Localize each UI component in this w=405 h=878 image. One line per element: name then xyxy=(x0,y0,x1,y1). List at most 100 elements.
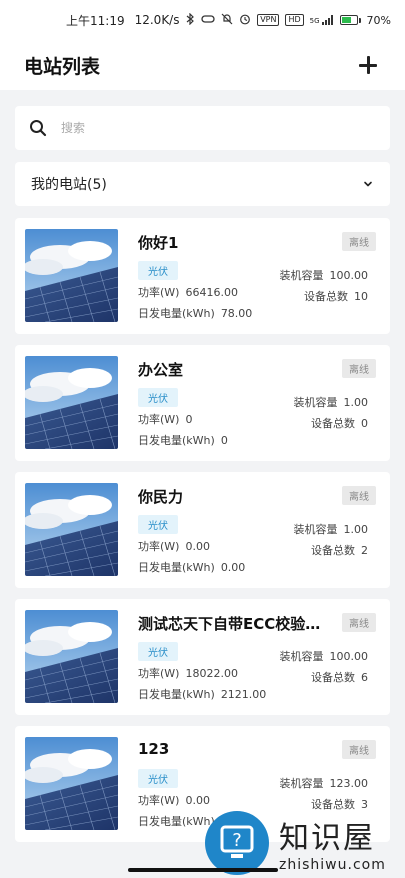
station-card[interactable]: 办公室 离线光伏 装机容量 1.00 设备总数 0 功率(W) 0 日发电量(kWh) 0 xyxy=(15,345,390,461)
devices-label: 设备总数 xyxy=(304,290,348,303)
devices-label: 设备总数 xyxy=(311,417,355,430)
station-name: 你民力 xyxy=(138,488,184,506)
capacity-value: 1.00 xyxy=(343,523,369,536)
search-input[interactable] xyxy=(61,121,376,135)
status-net-speed: 12.0K/s xyxy=(134,13,180,27)
vpn-badge: VPN xyxy=(257,14,280,26)
alarm-icon xyxy=(239,13,251,28)
link-icon xyxy=(201,14,215,27)
search-bar[interactable] xyxy=(15,106,390,150)
power-label: 功率(W) xyxy=(138,540,180,553)
station-name: 123 xyxy=(138,740,170,758)
main-content: 我的电站(5) 你好1离线光伏装机容量100.00设备总数10功率(W)6641… xyxy=(0,90,405,842)
power-label: 功率(W) xyxy=(138,286,180,299)
capacity-label: 装机容量 xyxy=(279,269,324,282)
status-badge: 离线 xyxy=(342,613,376,632)
capacity-row: 装机容量 100.00 xyxy=(280,648,369,664)
devices-value: 6 xyxy=(361,671,368,684)
signal-label: 5G xyxy=(309,17,320,25)
power-label: 功率(W) xyxy=(138,413,180,426)
mute-bell-icon xyxy=(221,13,233,28)
capacity-row: 装机容量 100.00 xyxy=(280,267,369,283)
station-thumbnail xyxy=(25,229,118,322)
energy-label: 日发电量(kWh) xyxy=(138,307,215,320)
station-thumbnail xyxy=(25,610,118,703)
station-card[interactable]: 你民力 离线光伏 装机容量 1.00 设备总数 2 功率(W) 0.00 日发电量(kWh) 0.… xyxy=(15,472,390,588)
capacity-value: 100.00 xyxy=(329,650,369,663)
station-info: 你民力 离线光伏 装机容量 1.00 设备总数 2 功率(W) 0.00 日发电量(kWh) 0.… xyxy=(138,483,380,577)
page-title: 电站列表 xyxy=(24,52,100,81)
add-station-button[interactable] xyxy=(355,52,381,78)
type-badge: 光伏 xyxy=(138,261,178,280)
capacity-value: 1.00 xyxy=(343,396,369,409)
station-thumbnail xyxy=(25,356,118,449)
search-icon xyxy=(30,120,47,137)
status-badge: 离线 xyxy=(342,232,376,251)
station-card[interactable]: 测试芯天下自带ECC校验… 离线光伏 装机容量 100.00 设备总数 6 功率(W) 180… xyxy=(15,599,390,715)
battery-percent: 70% xyxy=(366,13,391,27)
station-list: 你好1 离线 光伏 装机容量 100.00 设备总数 10 功率(W) 66416.00 日发电量… xyxy=(15,218,390,842)
devices-row: 设备总数 0 xyxy=(311,415,368,431)
power-value: 0 xyxy=(185,413,193,426)
station-info: 测试芯天下自带ECC校验… 离线光伏 装机容量 100.00 设备总数 6 功率(W) 180… xyxy=(138,610,380,704)
capacity-row: 装机容量 123.00 xyxy=(280,775,369,791)
devices-label: 设备总数 xyxy=(311,671,355,684)
type-badge: 光伏 xyxy=(138,515,178,534)
app-header: 电站列表 xyxy=(0,40,405,90)
home-indicator[interactable] xyxy=(128,868,278,872)
power-value: 0.00 xyxy=(185,794,210,807)
power-value: 66416.00 xyxy=(185,286,238,299)
status-badge: 离线 xyxy=(342,486,376,505)
station-name: 测试芯天下自带ECC校验… xyxy=(138,615,321,633)
station-info: 你好1 离线光伏 装机容量 100.00 设备总数 10 功率(W) 66416.00 日发电量… xyxy=(138,229,380,323)
power-value: 18022.00 xyxy=(185,667,238,680)
energy-value: 78.00 xyxy=(220,307,253,320)
devices-row: 设备总数 10 xyxy=(304,288,368,304)
hd-badge: HD xyxy=(285,14,304,26)
station-card[interactable]: 你好1 离线光伏 装机容量 100.00 设备总数 10 功率(W) 66416.00 日发电量… xyxy=(15,218,390,334)
energy-label: 日发电量(kWh) xyxy=(138,815,215,828)
energy-label: 日发电量(kWh) xyxy=(138,434,215,447)
status-time: 上午11:19 xyxy=(66,13,125,28)
bluetooth-icon xyxy=(186,12,195,28)
capacity-label: 装机容量 xyxy=(279,777,324,790)
status-badge: 离线 xyxy=(342,359,376,378)
capacity-label: 装机容量 xyxy=(279,650,324,663)
capacity-value: 123.00 xyxy=(329,777,369,790)
chevron-down-icon xyxy=(364,181,372,187)
station-thumbnail xyxy=(25,737,118,830)
energy-value: 0.00 xyxy=(220,561,246,574)
energy-row: 日发电量(kWh) 78.00 xyxy=(138,305,380,321)
battery-icon xyxy=(339,15,361,25)
devices-value: 2 xyxy=(361,544,368,557)
type-badge: 光伏 xyxy=(138,388,178,407)
status-badge: 离线 xyxy=(342,740,376,759)
energy-label: 日发电量(kWh) xyxy=(138,688,215,701)
section-title: 我的电站(5) xyxy=(31,177,107,193)
energy-value: 0 xyxy=(220,434,228,447)
watermark-cn: 知识屋 xyxy=(279,821,375,856)
energy-label: 日发电量(kWh) xyxy=(138,561,215,574)
station-name: 你好1 xyxy=(138,234,179,252)
capacity-label: 装机容量 xyxy=(293,396,338,409)
devices-row: 设备总数 6 xyxy=(311,669,368,685)
energy-value: 2121.00 xyxy=(220,688,267,701)
capacity-row: 装机容量 1.00 xyxy=(294,394,369,410)
my-stations-dropdown[interactable]: 我的电站(5) xyxy=(15,162,390,206)
station-name: 办公室 xyxy=(138,361,184,379)
power-label: 功率(W) xyxy=(138,667,180,680)
energy-row: 日发电量(kWh) 0 xyxy=(138,432,380,448)
devices-value: 10 xyxy=(354,290,368,303)
capacity-label: 装机容量 xyxy=(293,523,338,536)
capacity-value: 100.00 xyxy=(329,269,369,282)
power-value: 0.00 xyxy=(185,540,210,553)
status-bar: 上午11:19 12.0K/s VPN HD 5G 70% xyxy=(0,0,405,40)
watermark-domain: zhishiwu.com xyxy=(279,857,386,873)
type-badge: 光伏 xyxy=(138,642,178,661)
devices-value: 0 xyxy=(361,417,368,430)
svg-text:?: ? xyxy=(232,830,242,851)
devices-label: 设备总数 xyxy=(311,544,355,557)
station-thumbnail xyxy=(25,483,118,576)
type-badge: 光伏 xyxy=(138,769,178,788)
energy-row: 日发电量(kWh) 2121.00 xyxy=(138,686,380,702)
